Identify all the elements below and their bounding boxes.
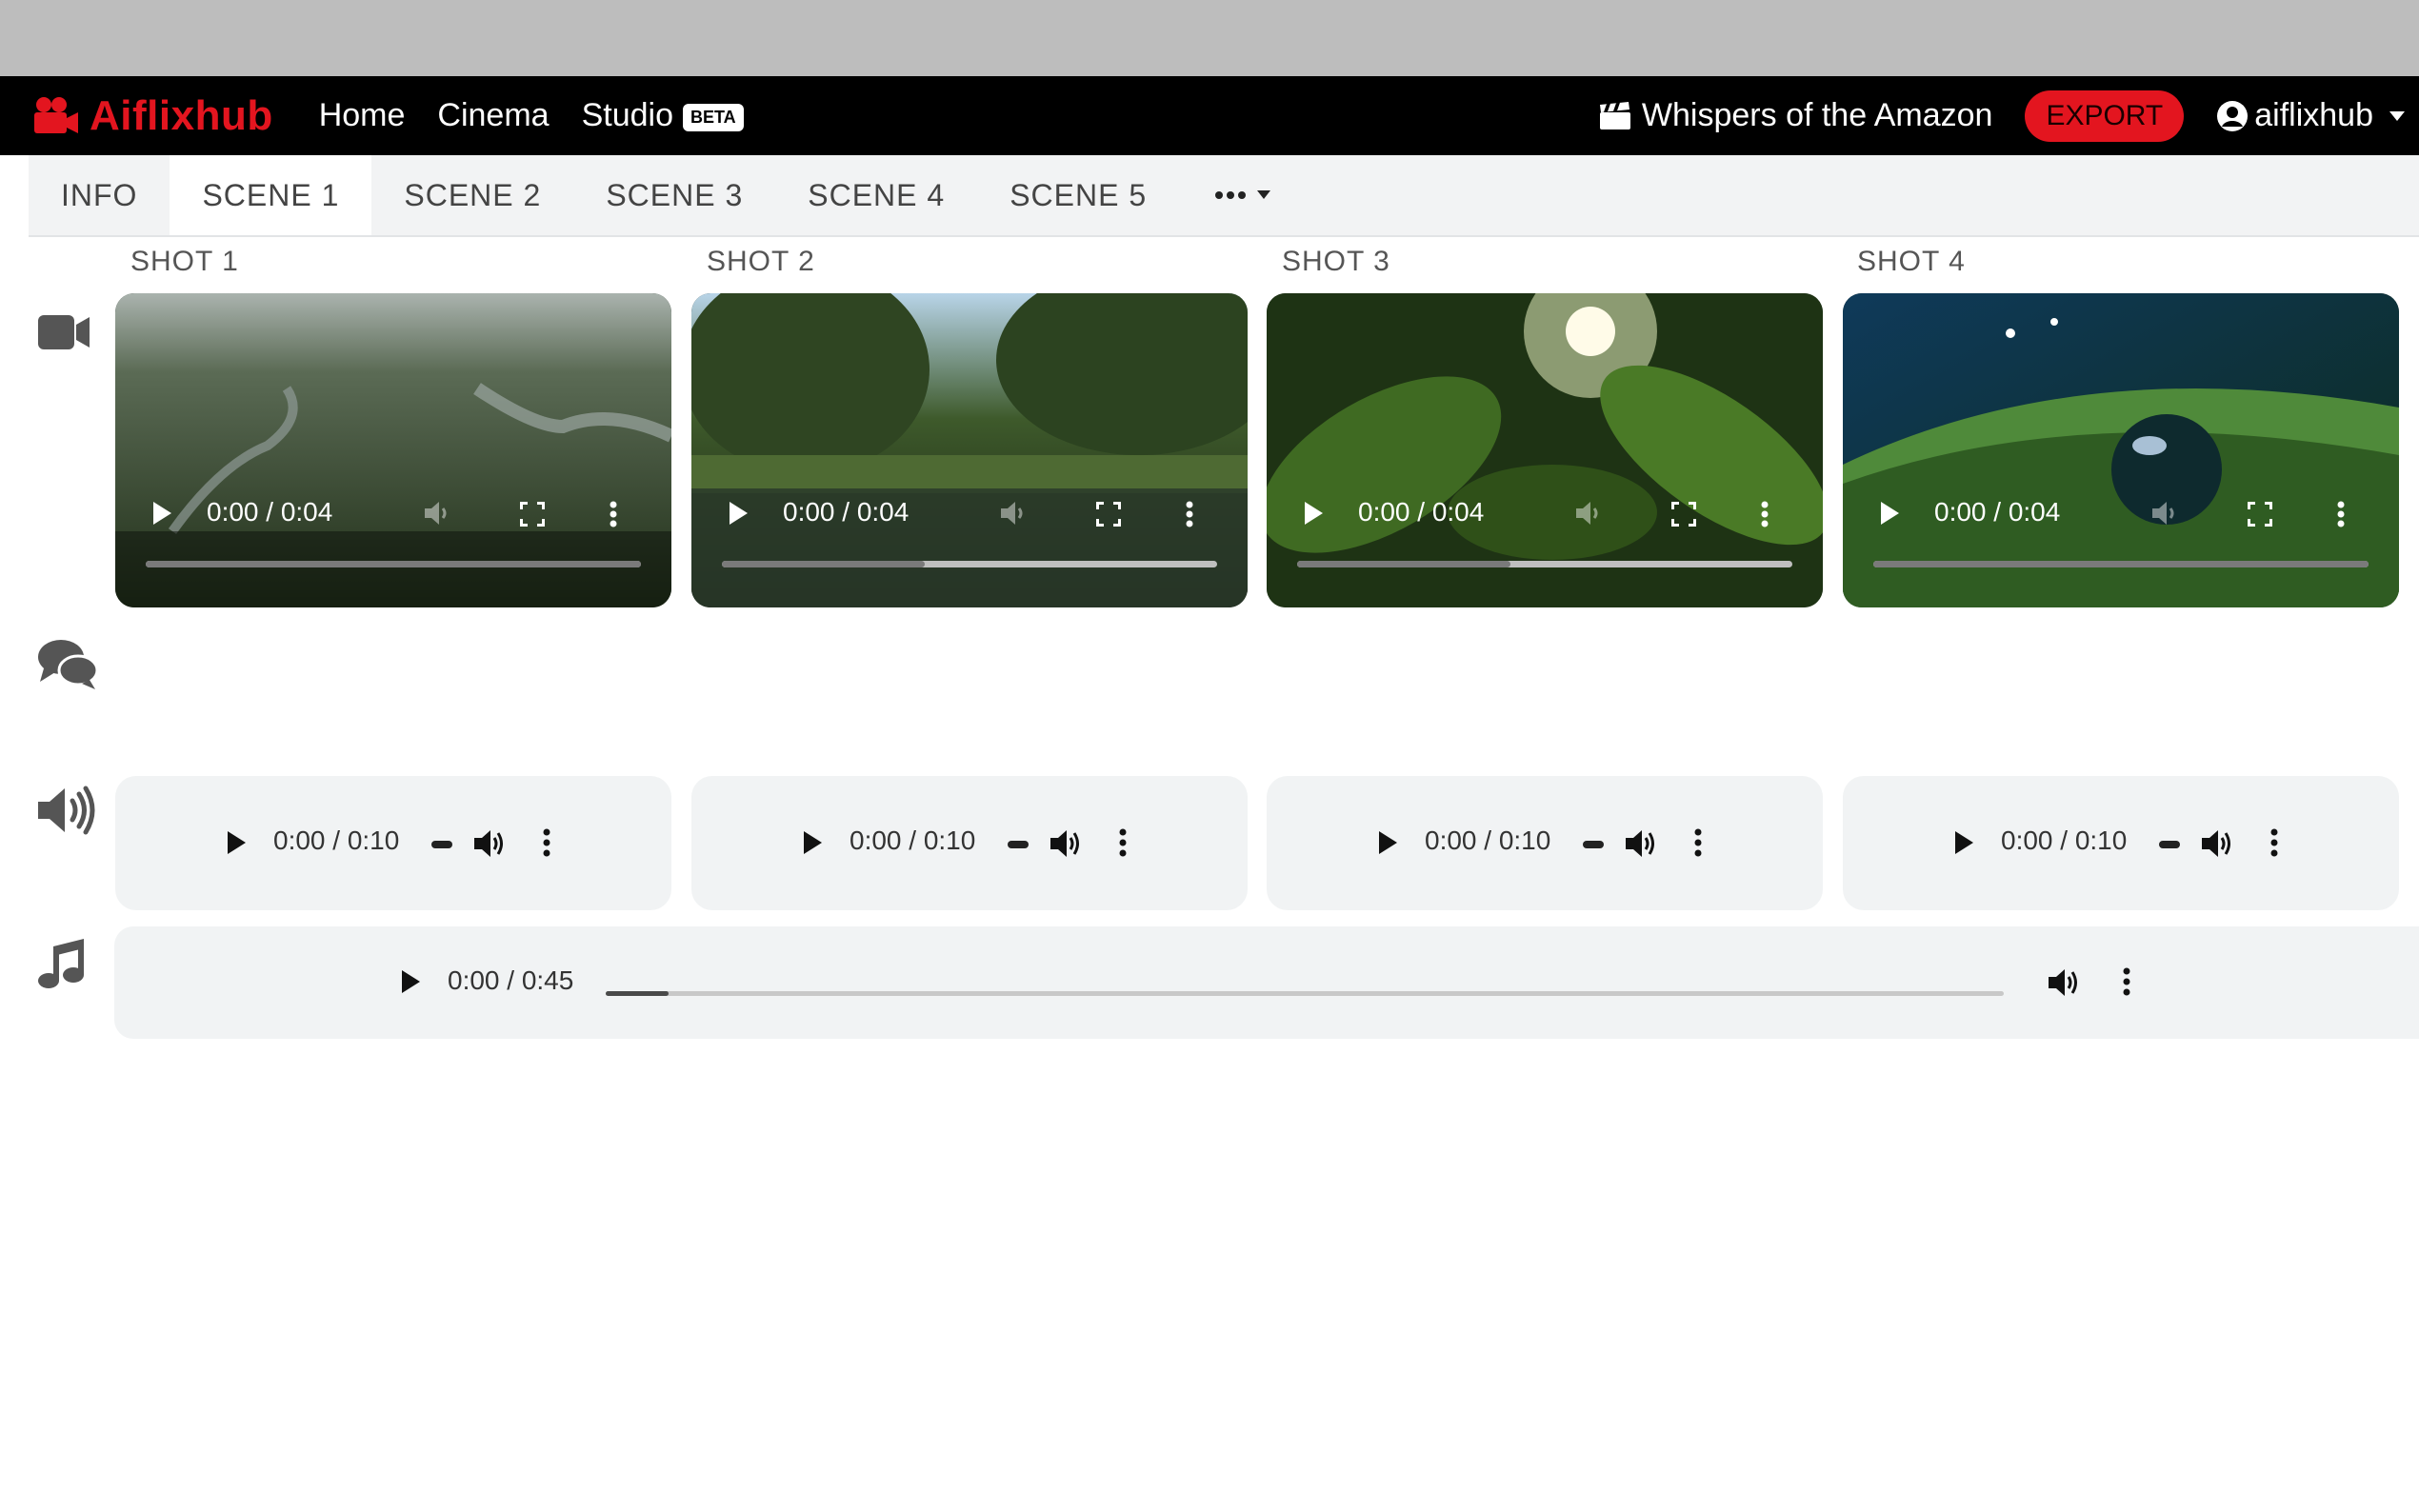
video-controls: 0:00 / 0:04 — [1267, 293, 1823, 607]
video-camera-icon — [38, 315, 90, 349]
video-time: 0:00 / 0:04 — [1934, 497, 2061, 527]
shot-label: SHOT 3 — [1282, 246, 1390, 277]
audio-time: 0:00 / 0:10 — [273, 826, 400, 855]
project-title-text: Whispers of the Amazon — [1641, 97, 1993, 133]
tab-scene-5[interactable]: SCENE 5 — [977, 155, 1179, 235]
volume-icon — [38, 786, 95, 835]
video-time: 0:00 / 0:04 — [1358, 497, 1485, 527]
video-progress-bar[interactable] — [722, 561, 1217, 567]
shot-audio-player[interactable]: 0:00 / 0:10 — [1843, 776, 2399, 910]
more-vertical-icon[interactable] — [1185, 501, 1194, 527]
user-circle-icon — [2217, 100, 2249, 131]
comments-icon — [38, 640, 99, 689]
audio-time: 0:00 / 0:10 — [850, 826, 976, 855]
audio-time: 0:00 / 0:10 — [2001, 826, 2128, 855]
more-vertical-icon[interactable] — [2269, 828, 2279, 857]
more-vertical-icon[interactable] — [609, 501, 618, 527]
music-time: 0:00 / 0:45 — [448, 965, 574, 995]
play-icon[interactable] — [1953, 830, 1974, 855]
brand-name: Aiflixhub — [90, 91, 273, 139]
play-icon[interactable] — [802, 830, 823, 855]
play-icon[interactable] — [1303, 501, 1324, 526]
audio-time: 0:00 / 0:10 — [1425, 826, 1551, 855]
user-menu[interactable]: aiflixhub — [2216, 97, 2406, 134]
shot-label: SHOT 4 — [1857, 246, 1966, 277]
shot-audio-player[interactable]: 0:00 / 0:10 — [115, 776, 671, 910]
more-vertical-icon[interactable] — [1118, 828, 1128, 857]
tab-scene-4[interactable]: SCENE 4 — [775, 155, 977, 235]
more-vertical-icon[interactable] — [542, 828, 551, 857]
volume-icon[interactable] — [424, 501, 452, 526]
shot-label: SHOT 2 — [707, 246, 815, 277]
tab-info[interactable]: INFO — [29, 155, 170, 235]
video-time: 0:00 / 0:04 — [207, 497, 333, 527]
project-title[interactable]: Whispers of the Amazon — [1598, 97, 1993, 134]
volume-icon[interactable] — [2151, 501, 2180, 526]
shot-video-player[interactable]: 0:00 / 0:04 — [691, 293, 1248, 607]
shot-label: SHOT 1 — [130, 246, 239, 277]
video-controls: 0:00 / 0:04 — [115, 293, 671, 607]
volume-icon[interactable] — [2201, 828, 2233, 859]
audio-progress-bar[interactable] — [2159, 841, 2180, 848]
music-audio-player[interactable]: 0:00 / 0:45 — [114, 926, 2419, 1039]
export-button[interactable]: EXPORT — [2025, 90, 2185, 142]
top-navbar: Aiflixhub Home Cinema Studio BETA Whisper… — [0, 76, 2419, 155]
fullscreen-icon[interactable] — [520, 502, 545, 527]
nav-home-link[interactable]: Home — [319, 97, 406, 134]
nav-cinema-link[interactable]: Cinema — [437, 97, 549, 134]
nav-studio-link[interactable]: Studio BETA — [582, 97, 744, 134]
shot-audio-player[interactable]: 0:00 / 0:10 — [1267, 776, 1823, 910]
film-camera-icon — [34, 96, 78, 133]
volume-icon[interactable] — [1575, 501, 1604, 526]
audio-progress-bar[interactable] — [1008, 841, 1029, 848]
shot-video-player[interactable]: 0:00 / 0:04 — [1267, 293, 1823, 607]
chevron-down-icon — [2389, 110, 2405, 121]
more-vertical-icon[interactable] — [2336, 501, 2346, 527]
play-icon[interactable] — [1879, 501, 1900, 526]
play-icon[interactable] — [1377, 830, 1398, 855]
beta-badge: BETA — [682, 103, 744, 131]
shot-audio-player[interactable]: 0:00 / 0:10 — [691, 776, 1248, 910]
nav-studio-label: Studio — [581, 97, 673, 133]
play-icon[interactable] — [226, 830, 247, 855]
scene-tabs: INFO SCENE 1 SCENE 2 SCENE 3 SCENE 4 SCE… — [29, 155, 2419, 237]
video-progress-bar[interactable] — [1297, 561, 1792, 567]
brand-logo[interactable]: Aiflixhub — [30, 92, 273, 140]
volume-icon[interactable] — [2048, 967, 2080, 998]
play-icon[interactable] — [728, 501, 749, 526]
shot-video-player[interactable]: 0:00 / 0:04 — [115, 293, 671, 607]
audio-progress-bar[interactable] — [1583, 841, 1604, 848]
username: aiflixhub — [2254, 97, 2373, 133]
shot-video-player[interactable]: 0:00 / 0:04 — [1843, 293, 2399, 607]
audio-progress-bar[interactable] — [431, 841, 452, 848]
video-controls: 0:00 / 0:04 — [691, 293, 1248, 607]
video-progress-bar[interactable] — [1873, 561, 2369, 567]
tab-scene-1[interactable]: SCENE 1 — [170, 155, 372, 235]
video-progress-bar[interactable] — [146, 561, 641, 567]
more-vertical-icon[interactable] — [1760, 501, 1769, 527]
volume-icon[interactable] — [1050, 828, 1082, 859]
video-time: 0:00 / 0:04 — [783, 497, 910, 527]
volume-icon[interactable] — [473, 828, 506, 859]
more-vertical-icon[interactable] — [2122, 967, 2131, 996]
more-options-icon — [1215, 190, 1271, 199]
clapperboard-icon — [1599, 101, 1630, 129]
tab-scene-3[interactable]: SCENE 3 — [573, 155, 775, 235]
play-icon[interactable] — [400, 969, 421, 994]
video-controls: 0:00 / 0:04 — [1843, 293, 2399, 607]
volume-icon[interactable] — [1625, 828, 1657, 859]
browser-chrome-strip — [0, 0, 2419, 76]
more-vertical-icon[interactable] — [1693, 828, 1703, 857]
tab-scene-2[interactable]: SCENE 2 — [371, 155, 573, 235]
music-note-icon — [38, 939, 84, 988]
music-progress-bar[interactable] — [606, 991, 2004, 996]
tab-more-dropdown[interactable] — [1179, 155, 1307, 235]
navbar-right: Whispers of the Amazon EXPORT aiflixhub — [1598, 90, 2406, 142]
fullscreen-icon[interactable] — [2248, 502, 2272, 527]
fullscreen-icon[interactable] — [1671, 502, 1696, 527]
volume-icon[interactable] — [1000, 501, 1029, 526]
play-icon[interactable] — [151, 501, 172, 526]
fullscreen-icon[interactable] — [1096, 502, 1121, 527]
